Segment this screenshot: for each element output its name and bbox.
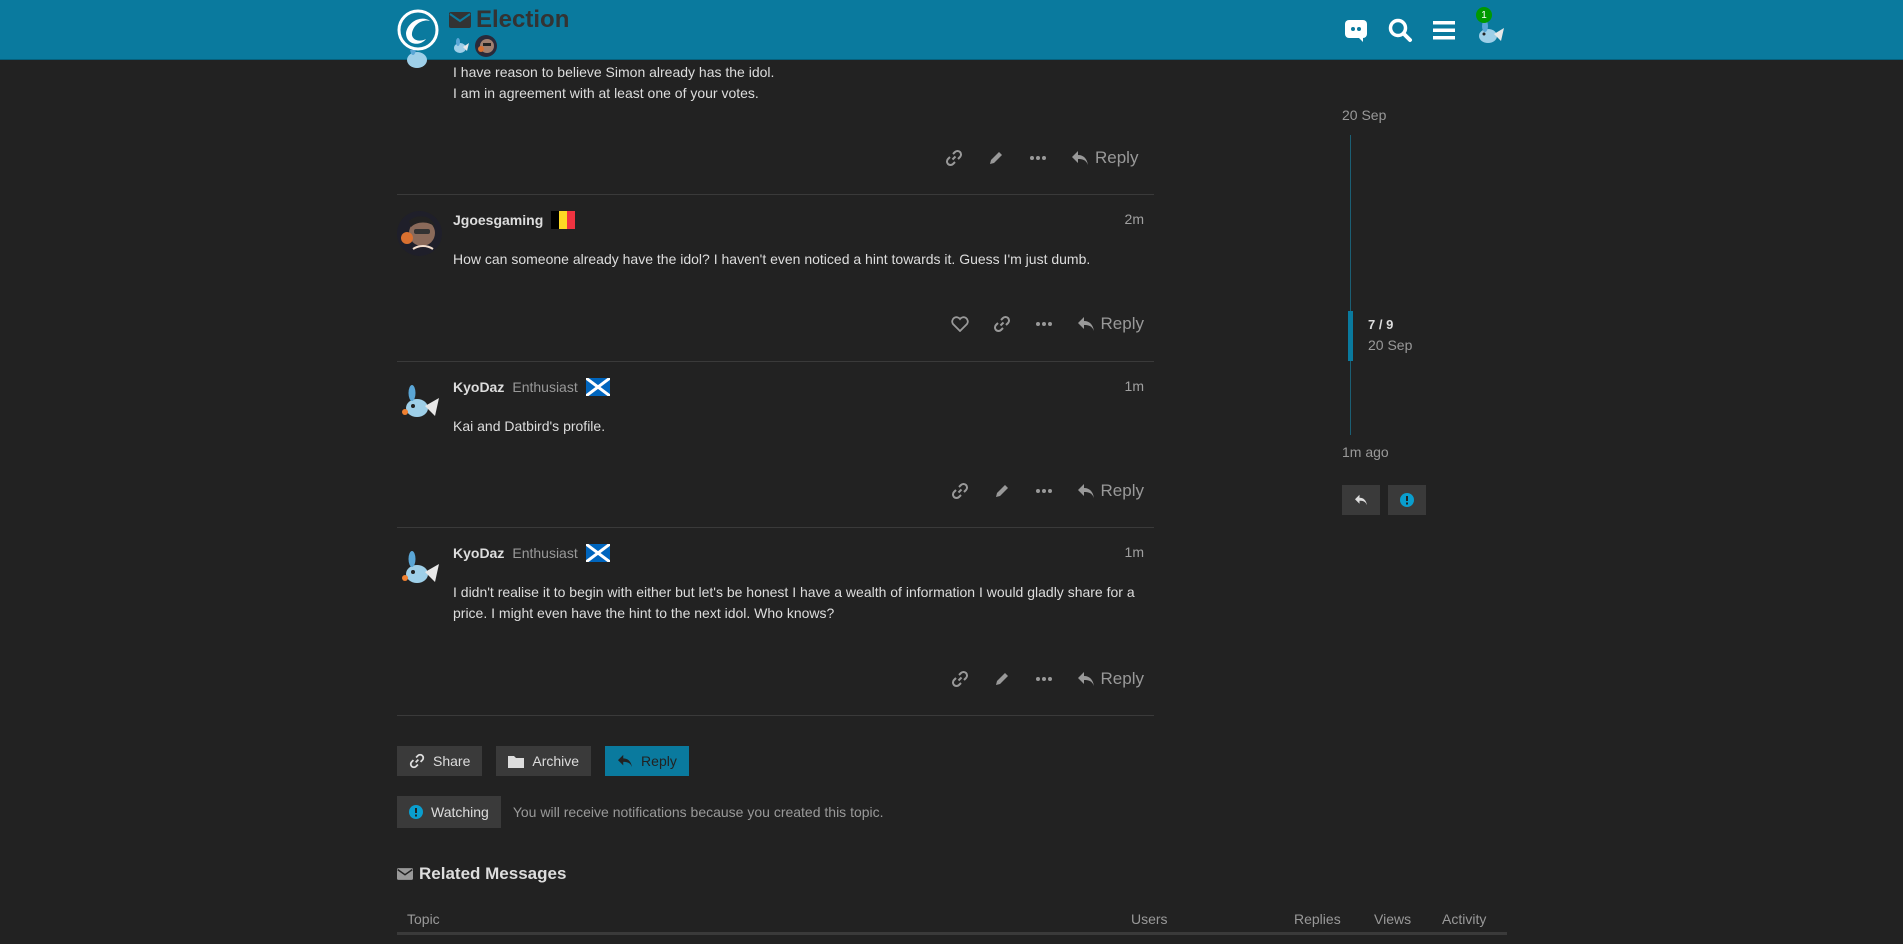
more-options-icon[interactable] bbox=[1017, 142, 1059, 174]
post-line: I am in agreement with at least one of y… bbox=[453, 85, 759, 101]
column-topic[interactable]: Topic bbox=[407, 911, 440, 927]
reply-button[interactable]: Reply bbox=[1065, 663, 1144, 695]
related-messages-heading: Related Messages bbox=[397, 864, 566, 884]
reply-label: Reply bbox=[641, 753, 677, 769]
related-table-header: Topic Users Replies Views Activity bbox=[397, 905, 1507, 935]
post-date[interactable]: 1m bbox=[1125, 378, 1144, 394]
topic-footer-buttons: Share Archive Reply bbox=[397, 746, 689, 776]
reply-label: Reply bbox=[1095, 148, 1139, 167]
reply-arrow-icon bbox=[1077, 317, 1094, 331]
post-body: Kai and Datbird's profile. bbox=[453, 418, 606, 434]
more-options-icon[interactable] bbox=[1023, 663, 1065, 695]
scotland-flag-icon bbox=[584, 376, 611, 398]
post-date[interactable]: 2m bbox=[1125, 211, 1144, 227]
timeline-position: 7 / 9 bbox=[1368, 317, 1394, 332]
avatar[interactable] bbox=[397, 378, 442, 423]
link-icon[interactable] bbox=[939, 475, 981, 507]
archive-label: Archive bbox=[532, 753, 580, 769]
like-heart-icon[interactable] bbox=[939, 308, 981, 340]
reply-label: Reply bbox=[1100, 481, 1144, 500]
post-date[interactable]: 1m bbox=[1125, 544, 1144, 560]
share-button[interactable]: Share bbox=[397, 746, 483, 776]
link-icon[interactable] bbox=[933, 142, 975, 174]
participant-avatar-jgoesgaming[interactable] bbox=[475, 35, 497, 57]
link-icon[interactable] bbox=[939, 663, 981, 695]
reply-arrow-icon bbox=[1077, 484, 1094, 498]
post-actions: Reply bbox=[939, 308, 1144, 340]
timeline-scroller-handle[interactable] bbox=[1348, 311, 1353, 361]
column-views[interactable]: Views bbox=[1374, 911, 1411, 927]
scotland-flag-icon bbox=[584, 542, 611, 564]
notification-badge: 1 bbox=[1476, 7, 1492, 23]
exclamation-circle-icon bbox=[409, 805, 423, 819]
column-users[interactable]: Users bbox=[1131, 911, 1168, 927]
topic-reply-button[interactable]: Reply bbox=[605, 746, 689, 776]
timeline-end-date[interactable]: 1m ago bbox=[1342, 444, 1389, 460]
exclamation-circle-icon bbox=[1400, 493, 1414, 507]
post-kyodaz-2: KyoDaz Enthusiast 1m I didn't realise it… bbox=[397, 527, 1154, 716]
post-username[interactable]: KyoDaz bbox=[453, 545, 504, 561]
edit-pencil-icon[interactable] bbox=[975, 142, 1017, 174]
watching-button[interactable]: Watching bbox=[397, 796, 501, 828]
column-activity[interactable]: Activity bbox=[1442, 911, 1486, 927]
more-options-icon[interactable] bbox=[1023, 308, 1065, 340]
timeline-start-date[interactable]: 20 Sep bbox=[1342, 107, 1386, 123]
timeline-track[interactable] bbox=[1350, 135, 1351, 435]
watching-label: Watching bbox=[431, 804, 489, 820]
post-body: How can someone already have the idol? I… bbox=[453, 251, 1091, 267]
reply-button[interactable]: Reply bbox=[1065, 475, 1144, 507]
envelope-icon bbox=[449, 12, 471, 28]
hamburger-menu-icon[interactable] bbox=[1428, 12, 1460, 48]
post-line: I have reason to believe Simon already h… bbox=[453, 64, 775, 80]
avatar[interactable] bbox=[397, 544, 442, 589]
edit-pencil-icon[interactable] bbox=[981, 475, 1023, 507]
site-logo-icon[interactable] bbox=[396, 9, 440, 51]
timeline-position-date: 20 Sep bbox=[1368, 337, 1413, 353]
avatar[interactable] bbox=[397, 50, 442, 75]
discord-icon[interactable] bbox=[1340, 12, 1372, 48]
watching-description: You will receive notifications because y… bbox=[512, 804, 884, 820]
link-icon bbox=[409, 753, 425, 769]
post-actions: Reply bbox=[939, 475, 1144, 507]
share-label: Share bbox=[433, 753, 471, 769]
user-title: Enthusiast bbox=[512, 545, 578, 561]
reply-label: Reply bbox=[1100, 669, 1144, 688]
reply-label: Reply bbox=[1100, 314, 1144, 333]
post-actions: Reply bbox=[933, 142, 1138, 174]
topic-title[interactable]: Election bbox=[476, 6, 569, 34]
user-title: Enthusiast bbox=[512, 379, 578, 395]
post-username[interactable]: Jgoesgaming bbox=[453, 212, 543, 228]
post-kyodaz-1: KyoDaz Enthusiast 1m Kai and Datbird's p… bbox=[397, 361, 1154, 528]
post-partial-body: I have reason to believe Simon already h… bbox=[453, 62, 774, 104]
post-body: I didn't realise it to begin with either… bbox=[453, 584, 1135, 621]
post-jgoesgaming: Jgoesgaming 2m How can someone already h… bbox=[397, 194, 1154, 361]
belgium-flag-icon bbox=[551, 211, 576, 229]
edit-pencil-icon[interactable] bbox=[981, 663, 1023, 695]
site-header: Election 1 bbox=[0, 0, 1903, 60]
avatar[interactable] bbox=[397, 211, 442, 256]
timeline-notification-button[interactable] bbox=[1388, 485, 1426, 515]
search-icon[interactable] bbox=[1384, 12, 1416, 48]
envelope-icon bbox=[397, 868, 413, 880]
participant-avatar-kyodaz[interactable] bbox=[449, 35, 471, 57]
reply-button[interactable]: Reply bbox=[1059, 142, 1138, 174]
post-actions: Reply bbox=[939, 663, 1144, 695]
folder-icon bbox=[508, 756, 525, 768]
archive-button[interactable]: Archive bbox=[496, 746, 592, 776]
reply-arrow-icon bbox=[1077, 672, 1094, 686]
reply-button[interactable]: Reply bbox=[1065, 308, 1144, 340]
column-replies[interactable]: Replies bbox=[1294, 911, 1341, 927]
reply-arrow-icon bbox=[1072, 151, 1088, 165]
link-icon[interactable] bbox=[981, 308, 1023, 340]
reply-arrow-icon bbox=[1355, 494, 1367, 506]
related-title: Related Messages bbox=[419, 864, 567, 883]
reply-arrow-icon bbox=[618, 754, 633, 768]
timeline-controls bbox=[1342, 485, 1426, 515]
more-options-icon[interactable] bbox=[1023, 475, 1065, 507]
current-user-avatar[interactable]: 1 bbox=[1472, 7, 1506, 48]
timeline-reply-button[interactable] bbox=[1342, 485, 1380, 515]
post-username[interactable]: KyoDaz bbox=[453, 379, 504, 395]
notification-level: Watching You will receive notifications … bbox=[397, 796, 884, 828]
